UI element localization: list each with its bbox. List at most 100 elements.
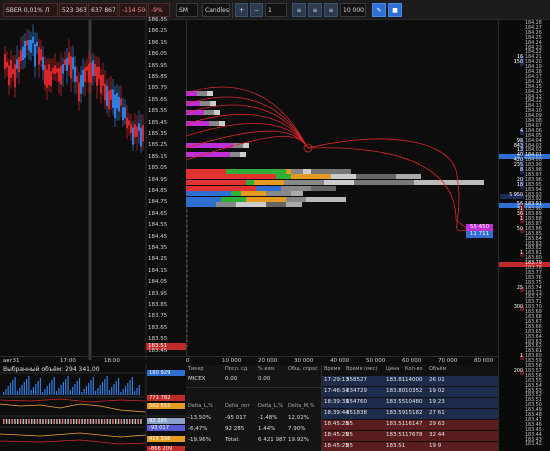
cluster-bar <box>356 174 396 179</box>
volume-bar <box>46 386 48 395</box>
trade-cell: 26 01 <box>429 377 445 383</box>
volume-bar <box>90 380 92 395</box>
level-tick <box>186 220 188 222</box>
flow-header: Общ. спрос <box>288 366 318 372</box>
candle <box>8 65 10 86</box>
candle <box>16 59 18 69</box>
cluster-chart[interactable] <box>186 20 498 356</box>
delta-bar <box>11 419 13 424</box>
cluster-bar <box>186 197 221 202</box>
cluster-volume-axis: 0 10 000 20 000 30 000 40 000 50 000 60 000 70 … <box>186 356 498 365</box>
candle <box>60 65 62 85</box>
cluster-bar <box>306 197 346 202</box>
volume-bar <box>81 392 83 395</box>
volume-bar <box>26 379 28 395</box>
volume-bar <box>124 386 127 395</box>
delta-bar <box>126 419 128 424</box>
level-tick <box>186 295 188 297</box>
indicator-value-tag: -93 017 <box>147 425 185 431</box>
cluster-bar <box>216 202 236 207</box>
candle <box>108 90 110 110</box>
candle <box>4 53 6 70</box>
delta-bar <box>129 419 131 424</box>
candle <box>10 60 12 78</box>
trade-cell: 234729 <box>346 388 367 394</box>
pin-icon[interactable]: ✎ <box>372 3 386 17</box>
plus-icon[interactable]: + <box>235 3 248 17</box>
align-bottom-icon[interactable]: ≡ <box>324 3 338 17</box>
cluster-bar <box>210 101 216 106</box>
flow-header: Delta_L,% <box>188 403 213 409</box>
trade-cell: 183.51 <box>386 421 406 427</box>
candle <box>140 127 142 147</box>
cluster-axis-label: 80 000 <box>474 358 494 364</box>
price-axis-label: 184.25 <box>148 256 168 263</box>
interval-input[interactable]: 1 <box>265 3 287 17</box>
cluster-bar <box>186 186 256 191</box>
trade-cell: 16147 <box>405 421 423 427</box>
minus-icon[interactable]: − <box>250 3 263 17</box>
cluster-bar <box>214 110 220 115</box>
volume-bar <box>67 376 69 395</box>
volume-bar <box>49 383 51 395</box>
delta-bar <box>64 419 67 424</box>
cluster-bar <box>186 121 209 126</box>
volume-filter-input[interactable]: 10 000 <box>340 3 366 17</box>
trade-cell: 183.51 <box>386 432 406 438</box>
trade-cell: 183.59 <box>386 410 406 416</box>
cluster-bar <box>209 121 219 126</box>
cluster-bar <box>230 152 240 157</box>
level-tick <box>186 305 188 307</box>
volume-bar <box>76 381 78 395</box>
delta-bar <box>101 419 103 424</box>
candle <box>78 82 80 102</box>
cluster-axis-label: 0 <box>186 358 190 364</box>
delta-bar <box>56 419 58 424</box>
price-axis-label: 186.05 <box>148 51 168 58</box>
volume-bar <box>37 381 39 395</box>
cluster-bar <box>281 186 311 191</box>
cluster-bar <box>291 191 303 196</box>
align-top-icon[interactable]: ≡ <box>292 3 306 17</box>
delta-bar <box>75 419 78 424</box>
level-tick <box>186 210 188 212</box>
level-tick <box>186 235 188 237</box>
ticker-label[interactable]: SBER 0,01% Л <box>3 3 58 17</box>
volume-bar <box>42 392 44 395</box>
price-axis-label: 183.75 <box>148 313 168 320</box>
flow-cell: 0.00 <box>225 376 238 382</box>
level-tick <box>186 230 188 232</box>
delta-bar <box>19 419 22 424</box>
trade-cell: 29 63 <box>429 421 445 427</box>
trades-header: Время <box>324 366 341 372</box>
candle <box>110 89 112 100</box>
volume-bar <box>136 388 138 395</box>
cluster-bar <box>324 180 354 185</box>
candle <box>18 57 20 73</box>
ticker-percent: -9% <box>148 3 170 17</box>
trade-cell: 18:45:25 <box>324 432 349 438</box>
ticker-value-2: 637 867 <box>88 3 118 17</box>
delta-bar <box>95 419 97 424</box>
delta-bar <box>39 419 41 424</box>
align-center-icon[interactable]: ≡ <box>308 3 322 17</box>
candle <box>98 66 100 79</box>
flow-cell: -1.48% <box>258 415 278 421</box>
trade-cell: 10352 <box>405 388 423 394</box>
level-tick <box>186 335 188 337</box>
level-tick <box>186 245 188 247</box>
delta-bar <box>81 419 83 424</box>
save-icon[interactable]: ■ <box>388 3 402 17</box>
chart-type-select[interactable]: Candles <box>202 3 230 17</box>
level-tick <box>186 265 188 267</box>
price-axis-label: 184.95 <box>148 176 168 183</box>
candle <box>126 117 128 129</box>
flow-cell: 92 285 <box>225 426 245 432</box>
order-tag-buy[interactable]: 11 711 <box>466 231 493 238</box>
candle <box>56 68 58 73</box>
cluster-bar <box>291 169 303 174</box>
volume-bar <box>65 379 67 395</box>
price-axis-label: 185.05 <box>148 165 168 172</box>
mode-select[interactable]: SM <box>176 3 198 17</box>
order-tag-sell[interactable]: 55 450 <box>466 224 493 231</box>
